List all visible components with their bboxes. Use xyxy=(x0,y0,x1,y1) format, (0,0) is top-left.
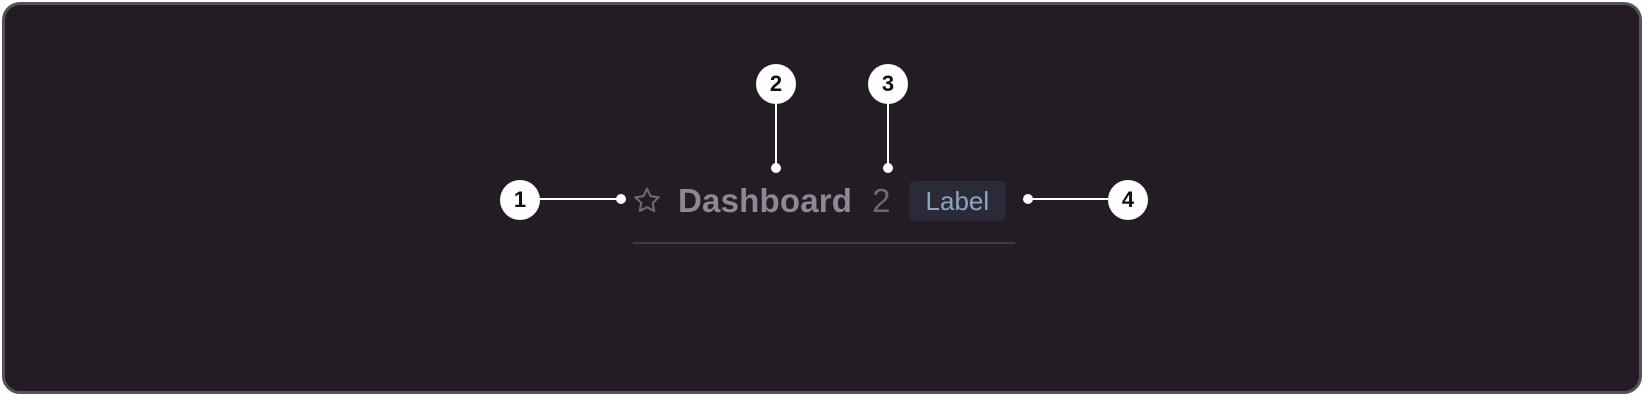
callout-badge-3: 3 xyxy=(868,64,908,104)
callout-badge-1: 1 xyxy=(500,180,540,220)
tab-count: 2 xyxy=(872,182,891,219)
tab-underline xyxy=(633,242,1015,244)
star-icon[interactable] xyxy=(630,184,664,218)
callout-badge-2: 2 xyxy=(756,64,796,104)
tab-label-badge: Label xyxy=(908,181,1007,221)
tab-dashboard[interactable]: Dashboard 2 Label xyxy=(630,180,1007,222)
tab-title: Dashboard xyxy=(678,182,853,219)
callout-badge-4: 4 xyxy=(1108,180,1148,220)
